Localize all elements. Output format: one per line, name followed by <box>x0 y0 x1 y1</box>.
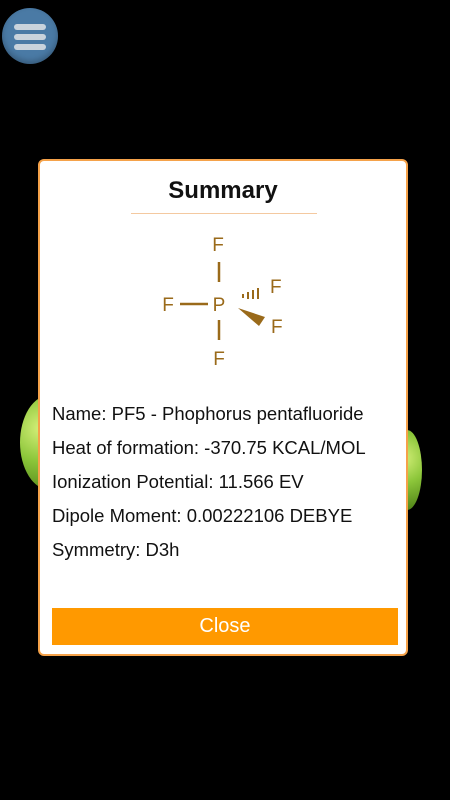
atom-label-hashed: F <box>270 277 282 298</box>
symmetry: Symmetry: D3h <box>52 539 180 560</box>
menu-button[interactable] <box>2 8 58 64</box>
molecule-name: Name: PF5 - Phophorus pentafluoride <box>52 403 364 424</box>
dialog-title: Summary <box>168 177 278 204</box>
summary-dialog: Summary F F P F F F Name: PF5 - Phophoru… <box>38 159 408 656</box>
dipole-moment: Dipole Moment: 0.00222106 DEBYE <box>52 505 353 526</box>
atom-label-top: F <box>212 235 224 256</box>
close-button[interactable]: Close <box>52 608 398 645</box>
menu-icon-bar <box>14 34 46 40</box>
hamburger-menu-icon <box>14 24 46 30</box>
atom-label-left: F <box>162 295 174 316</box>
hashed-bond <box>242 288 259 299</box>
atom-label-central: P <box>213 295 226 316</box>
ionization-potential: Ionization Potential: 11.566 EV <box>52 471 304 492</box>
atom-label-bottom: F <box>213 349 225 370</box>
menu-icon-bar <box>14 44 46 50</box>
screen: Summary F F P F F F Name: PF5 - Phophoru… <box>0 0 450 800</box>
wedge-bond <box>238 308 265 326</box>
title-divider <box>131 213 317 214</box>
atom-label-wedge: F <box>271 317 283 338</box>
heat-of-formation: Heat of formation: -370.75 KCAL/MOL <box>52 437 366 458</box>
molecule-structure-image: F F P F F F <box>130 225 320 387</box>
